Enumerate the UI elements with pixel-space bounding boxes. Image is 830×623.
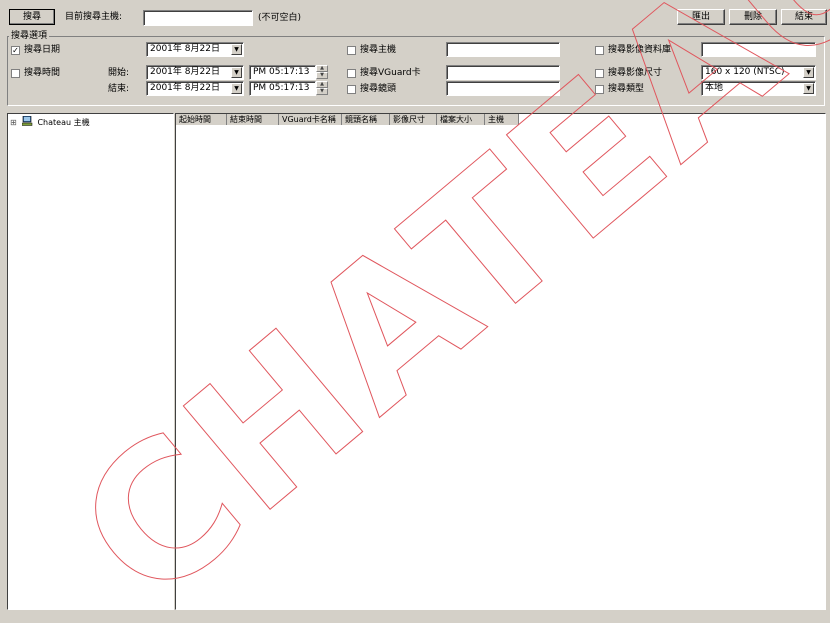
end-time-value: PM 05:17:13 (253, 83, 310, 93)
col-header-image-size[interactable]: 影像尺寸 (390, 114, 437, 125)
search-host-label: 搜尋主機 (360, 45, 397, 55)
chevron-down-icon[interactable]: ▼ (803, 67, 814, 78)
search-db-input[interactable] (701, 42, 816, 57)
search-lens-checkbox[interactable] (347, 85, 356, 94)
delete-button[interactable]: 刪除 (729, 9, 777, 25)
search-time-checkbox[interactable] (11, 69, 20, 78)
chevron-down-icon[interactable]: ▼ (231, 44, 242, 55)
export-button[interactable]: 匯出 (677, 9, 725, 25)
search-vguard-checkbox[interactable] (347, 69, 356, 78)
search-db-label: 搜尋影像資料庫 (608, 45, 672, 55)
search-lens-input[interactable] (446, 81, 560, 96)
tree-root-label: Chateau 主機 (37, 118, 90, 127)
chevron-down-icon[interactable]: ▼ (231, 83, 242, 94)
search-vguard-input[interactable] (446, 65, 560, 80)
chevron-down-icon[interactable]: ▼ (803, 83, 814, 94)
search-date-value: 2001年 8月22日 (150, 44, 220, 54)
start-time-picker[interactable]: PM 05:17:13 (249, 65, 316, 80)
exit-button[interactable]: 結束 (781, 9, 827, 25)
search-time-label: 搜尋時間 (24, 68, 61, 78)
start-label: 開始: (108, 68, 130, 78)
current-host-input[interactable] (143, 10, 253, 26)
end-label: 結束: (108, 84, 130, 94)
end-date-picker[interactable]: 2001年 8月22日 ▼ (146, 81, 244, 96)
search-type-label: 搜尋類型 (608, 84, 645, 94)
end-time-picker[interactable]: PM 05:17:13 (249, 81, 316, 96)
search-db-checkbox[interactable] (595, 46, 604, 55)
current-host-label: 目前搜尋主機: (65, 12, 123, 22)
col-header-host[interactable]: 主機 (485, 114, 519, 125)
results-table-pane[interactable]: 起始時間 結束時間 VGuard卡名稱 鏡頭名稱 影像尺寸 檔案大小 主機 (175, 113, 826, 610)
search-vguard-label: 搜尋VGuard卡 (360, 68, 421, 78)
expand-icon[interactable]: ⊞ (10, 118, 17, 127)
computer-icon (21, 115, 33, 126)
search-type-value: 本地 (705, 83, 724, 93)
search-lens-label: 搜尋鏡頭 (360, 84, 397, 94)
chevron-down-icon[interactable]: ▼ (231, 67, 242, 78)
end-date-value: 2001年 8月22日 (150, 83, 220, 93)
search-button[interactable]: 搜尋 (9, 9, 55, 25)
start-date-picker[interactable]: 2001年 8月22日 ▼ (146, 65, 244, 80)
not-empty-hint: (不可空白) (258, 13, 302, 23)
search-type-select[interactable]: 本地 ▼ (701, 81, 816, 96)
tree-root-item[interactable]: ⊞ Chateau 主機 (10, 115, 90, 128)
host-tree-pane[interactable]: ⊞ Chateau 主機 (7, 113, 174, 610)
start-time-spinner[interactable]: ▲ ▼ (316, 65, 328, 80)
search-size-value: 160 x 120 (NTSC) (705, 67, 785, 77)
search-type-checkbox[interactable] (595, 85, 604, 94)
col-header-end-time[interactable]: 結束時間 (227, 114, 279, 125)
search-date-label: 搜尋日期 (24, 45, 61, 55)
end-time-spinner[interactable]: ▲ ▼ (316, 81, 328, 96)
search-size-checkbox[interactable] (595, 69, 604, 78)
search-host-checkbox[interactable] (347, 46, 356, 55)
search-options-title: 搜尋選項 (9, 29, 50, 43)
search-date-checkbox[interactable]: ✓ (11, 46, 20, 55)
search-date-picker[interactable]: 2001年 8月22日 ▼ (146, 42, 244, 57)
search-host-input[interactable] (446, 42, 560, 57)
col-header-start-time[interactable]: 起始時間 (176, 114, 227, 125)
col-header-lens-name[interactable]: 鏡頭名稱 (342, 114, 390, 125)
col-header-file-size[interactable]: 檔案大小 (437, 114, 485, 125)
start-time-value: PM 05:17:13 (253, 67, 310, 77)
search-size-select[interactable]: 160 x 120 (NTSC) ▼ (701, 65, 816, 80)
search-size-label: 搜尋影像尺寸 (608, 68, 663, 78)
start-date-value: 2001年 8月22日 (150, 67, 220, 77)
col-header-vguard-name[interactable]: VGuard卡名稱 (279, 114, 342, 125)
